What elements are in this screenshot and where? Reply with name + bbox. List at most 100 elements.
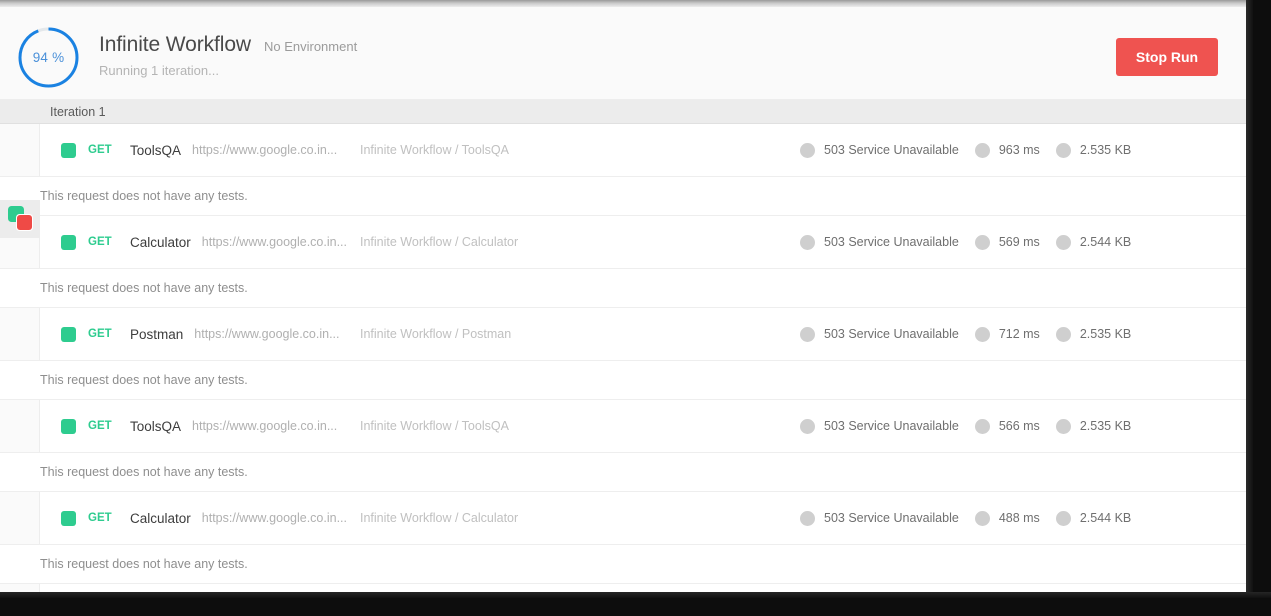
row-stats: 503 Service Unavailable 569 ms 2.544 KB: [800, 234, 1132, 250]
time-badge: 712 ms: [974, 326, 1040, 342]
request-name: ToolsQA: [130, 418, 182, 434]
response-time: 488 ms: [998, 511, 1040, 525]
environment-label: No Environment: [263, 39, 358, 54]
request-name: Postman: [130, 326, 184, 342]
size-badge: 2.544 KB: [1055, 234, 1132, 250]
response-size: 2.544 KB: [1079, 511, 1132, 525]
tests-row: This request does not have any tests.: [0, 361, 1246, 400]
request-path: Infinite Workflow / Postman: [360, 327, 512, 341]
row-stats: 503 Service Unavailable 566 ms 2.535 KB: [800, 418, 1132, 434]
method-swatch-icon: [61, 142, 76, 158]
method-swatch-icon: [61, 510, 76, 526]
size-dot-icon: [1055, 142, 1071, 158]
row-gutter: [0, 492, 40, 544]
response-size: 2.535 KB: [1079, 327, 1132, 341]
tests-message: This request does not have any tests.: [40, 465, 248, 479]
stop-run-button[interactable]: Stop Run: [1116, 38, 1218, 76]
tests-row: This request does not have any tests.: [0, 545, 1246, 584]
row-stats: 503 Service Unavailable 963 ms 2.535 KB: [800, 142, 1132, 158]
progress-ring: 94 %: [17, 26, 80, 89]
run-title-block: Infinite Workflow No Environment Running…: [99, 33, 357, 78]
iteration-label: Iteration 1: [50, 104, 106, 119]
tests-row: This request does not have any tests.: [0, 177, 1246, 216]
table-row[interactable]: GET ToolsQA https://www.google.co.in... …: [0, 124, 1246, 177]
collection-runner-viewport: 94 % Infinite Workflow No Environment Ru…: [0, 7, 1246, 592]
response-status: 503 Service Unavailable: [824, 419, 959, 433]
time-badge: 963 ms: [974, 142, 1040, 158]
time-dot-icon: [974, 510, 990, 526]
response-time: 963 ms: [998, 143, 1040, 157]
table-row[interactable]: GET Calculator https://www.google.co.in.…: [0, 492, 1246, 545]
request-method: GET: [88, 236, 112, 248]
request-name: ToolsQA: [130, 142, 182, 158]
request-method: GET: [88, 144, 112, 156]
progress-percent-label: 94 %: [32, 50, 65, 65]
method-swatch-icon: [61, 326, 76, 342]
response-size: 2.535 KB: [1079, 419, 1132, 433]
tests-message: This request does not have any tests.: [40, 189, 248, 203]
request-group: GET Postman https://www.google.co.in... …: [0, 308, 1246, 400]
request-url: https://www.google.co.in...: [201, 235, 347, 249]
time-dot-icon: [974, 326, 990, 342]
time-badge: 569 ms: [974, 234, 1040, 250]
status-badge: 503 Service Unavailable: [800, 234, 959, 250]
request-name: Calculator: [130, 234, 191, 250]
request-group: GET Postman https://www.google.co.in... …: [0, 584, 1246, 592]
size-dot-icon: [1055, 234, 1071, 250]
size-badge: 2.535 KB: [1055, 418, 1132, 434]
request-group: GET ToolsQA https://www.google.co.in... …: [0, 124, 1246, 216]
tests-message: This request does not have any tests.: [40, 281, 248, 295]
status-dot-icon: [800, 234, 815, 250]
row-gutter: [0, 584, 40, 592]
table-row[interactable]: GET ToolsQA https://www.google.co.in... …: [0, 400, 1246, 453]
row-gutter: [0, 124, 40, 176]
row-stats: 503 Service Unavailable 712 ms 2.535 KB: [800, 326, 1132, 342]
status-badge: 503 Service Unavailable: [800, 510, 959, 526]
status-dot-icon: [800, 326, 815, 342]
size-dot-icon: [1055, 326, 1071, 342]
request-list: GET ToolsQA https://www.google.co.in... …: [0, 124, 1246, 592]
page-title: Infinite Workflow: [99, 33, 251, 56]
size-badge: 2.535 KB: [1055, 142, 1132, 158]
status-badge: 503 Service Unavailable: [800, 326, 959, 342]
request-group: GET ToolsQA https://www.google.co.in... …: [0, 400, 1246, 492]
request-url: https://www.google.co.in...: [192, 143, 338, 157]
table-row[interactable]: GET Postman https://www.google.co.in... …: [0, 308, 1246, 361]
request-url: https://www.google.co.in...: [194, 327, 340, 341]
request-path: Infinite Workflow / Calculator: [360, 511, 519, 525]
status-dot-icon: [800, 418, 815, 434]
method-swatch-icon: [61, 418, 76, 434]
request-url: https://www.google.co.in...: [201, 511, 347, 525]
request-path: Infinite Workflow / ToolsQA: [360, 419, 509, 433]
response-time: 569 ms: [998, 235, 1040, 249]
window-top-chrome: [0, 0, 1246, 7]
iteration-header[interactable]: Iteration 1: [0, 100, 1246, 124]
time-dot-icon: [974, 234, 990, 250]
response-size: 2.544 KB: [1079, 235, 1132, 249]
time-dot-icon: [974, 418, 990, 434]
response-status: 503 Service Unavailable: [824, 327, 959, 341]
request-name: Calculator: [130, 510, 191, 526]
response-status: 503 Service Unavailable: [824, 235, 959, 249]
response-time: 712 ms: [998, 327, 1040, 341]
run-status-text: Running 1 iteration...: [99, 63, 219, 78]
iteration-section: Iteration 1 GET ToolsQA https://www.goog…: [0, 100, 1246, 592]
row-gutter: [0, 308, 40, 360]
row-gutter: [0, 400, 40, 452]
status-dot-icon: [800, 142, 815, 158]
method-swatch-icon: [61, 234, 76, 250]
table-row[interactable]: GET Postman https://www.google.co.in... …: [0, 584, 1246, 592]
collection-stack-icon: [0, 200, 40, 238]
table-row[interactable]: GET Calculator https://www.google.co.in.…: [0, 216, 1246, 269]
tests-message: This request does not have any tests.: [40, 373, 248, 387]
response-status: 503 Service Unavailable: [824, 511, 959, 525]
window-bottom-chrome: [0, 592, 1271, 616]
request-group: GET Calculator https://www.google.co.in.…: [0, 216, 1246, 308]
time-badge: 566 ms: [974, 418, 1040, 434]
status-badge: 503 Service Unavailable: [800, 142, 959, 158]
runner-header: 94 % Infinite Workflow No Environment Ru…: [0, 7, 1246, 100]
status-dot-icon: [800, 510, 815, 526]
request-group: GET Calculator https://www.google.co.in.…: [0, 492, 1246, 584]
tests-message: This request does not have any tests.: [40, 557, 248, 571]
response-size: 2.535 KB: [1079, 143, 1132, 157]
